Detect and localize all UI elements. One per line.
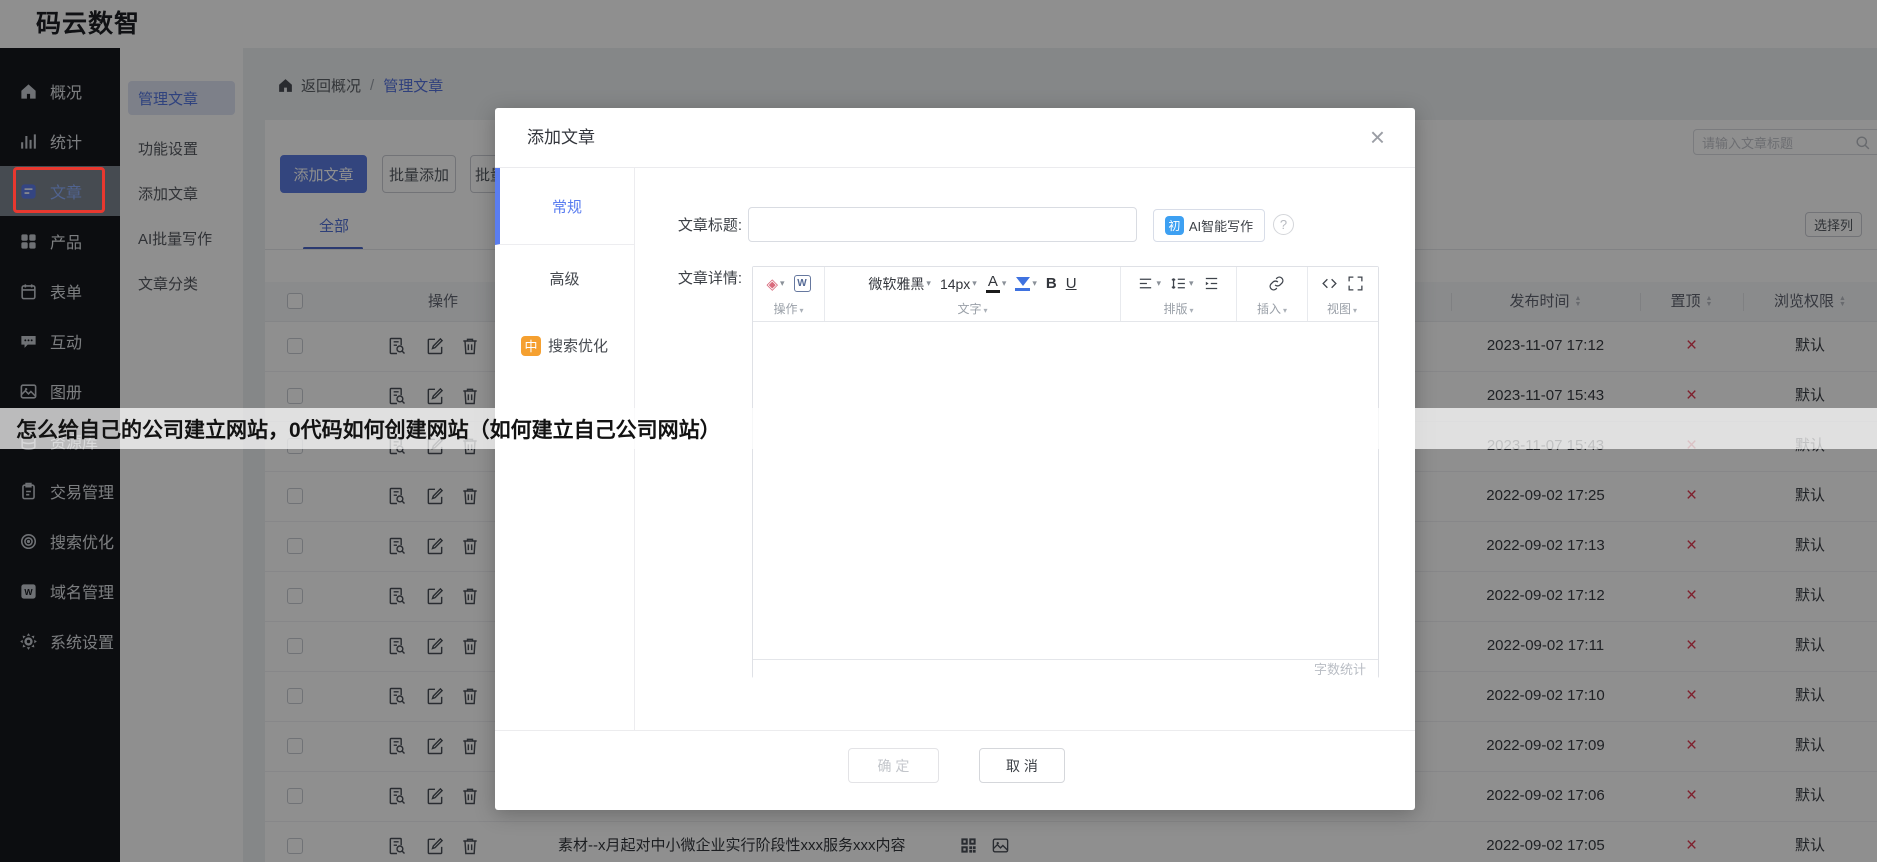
seo-badge-icon: 中 [521,336,541,356]
close-icon[interactable]: × [1370,124,1385,150]
modal-tab-advanced[interactable]: 高级 [495,245,634,312]
help-icon[interactable]: ? [1273,214,1294,235]
modal-footer-divider [495,730,1415,731]
font-color-button[interactable]: A▾ [986,274,1007,293]
source-code-button[interactable] [1321,275,1338,292]
font-size-select[interactable]: 14px▾ [940,276,977,292]
annotation-highlight-box [13,167,105,213]
toolbar-group-layout: 排版▾ [1121,300,1236,320]
font-family-select[interactable]: 微软雅黑▾ [868,274,931,294]
screen: 码云数智 概况统计文章产品表单互动图册资源库交易管理搜索优化W域名管理系统设置 … [0,0,1877,862]
bold-button[interactable]: B [1046,275,1057,292]
rich-text-editor: ◈▾ W 操作▾ 微软雅黑▾ 14px▾ A▾ ▾ B U 文字▾ [752,266,1379,678]
toolbar-group-text: 文字▾ [825,300,1120,320]
eraser-button[interactable]: ◈▾ [766,275,784,293]
toolbar-group-view: 视图▾ [1308,300,1376,320]
toolbar-group-operations: 操作▾ [753,300,824,320]
modal-tab-seo[interactable]: 中 搜索优化 [495,312,634,379]
confirm-button[interactable]: 确 定 [848,748,939,783]
ai-badge-icon: 初 [1165,216,1184,235]
indent-button[interactable] [1203,275,1220,292]
caption-overlay: 怎么给自己的公司建立网站，0代码如何创建网站（如何建立自己公司网站） [0,408,1877,449]
editor-toolbar: ◈▾ W 操作▾ 微软雅黑▾ 14px▾ A▾ ▾ B U 文字▾ [753,267,1378,322]
toolbar-group-insert: 插入▾ [1237,300,1307,320]
add-article-modal: 添加文章 × 常规 高级 中 搜索优化 文章标题: 初 AI智能写作 ? 文章详… [495,108,1415,810]
insert-link-button[interactable] [1268,275,1285,292]
modal-tab-rail: 常规 高级 中 搜索优化 [495,168,635,730]
modal-title: 添加文章 [527,108,595,168]
highlight-color-button[interactable]: ▾ [1015,277,1037,291]
underline-button[interactable]: U [1066,275,1077,292]
modal-tab-general[interactable]: 常规 [495,168,634,245]
ai-writing-button[interactable]: 初 AI智能写作 [1153,209,1265,242]
fullscreen-button[interactable] [1347,275,1364,292]
modal-header: 添加文章 × [495,108,1415,168]
article-title-input[interactable] [748,207,1137,242]
article-detail-label: 文章详情: [632,267,742,288]
import-word-button[interactable]: W [794,275,811,292]
line-spacing-button[interactable]: ▾ [1170,275,1194,292]
cancel-button[interactable]: 取 消 [979,748,1065,783]
word-count-label: 字数统计 [753,659,1378,678]
caption-text: 怎么给自己的公司建立网站，0代码如何创建网站（如何建立自己公司网站） [16,414,721,444]
editor-content-area[interactable] [753,322,1378,659]
article-title-label: 文章标题: [632,214,742,235]
align-button[interactable]: ▾ [1137,275,1161,292]
